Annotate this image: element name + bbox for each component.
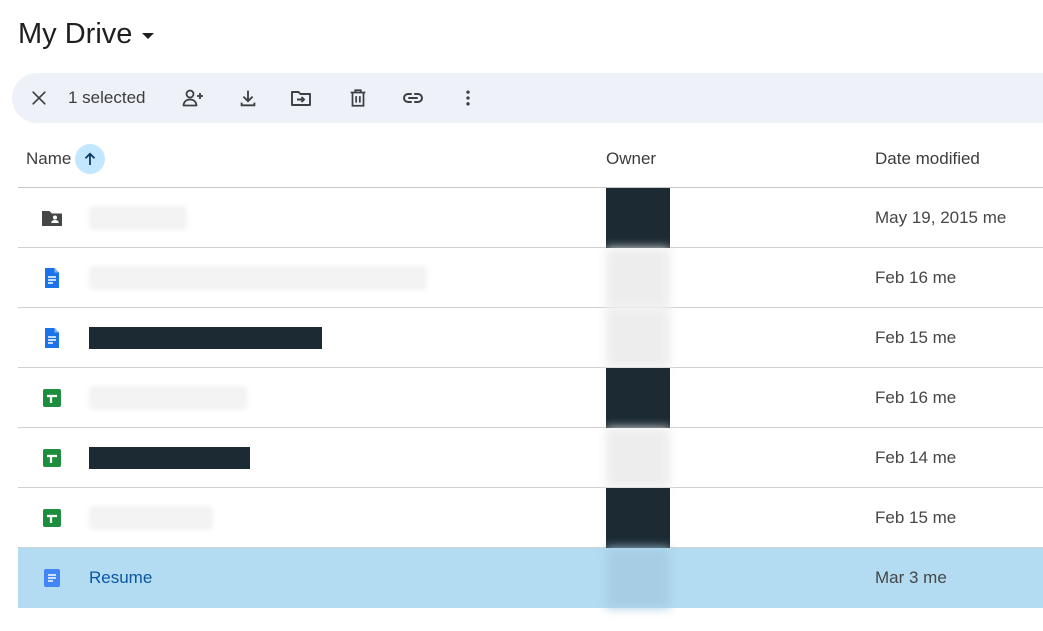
more-actions-button[interactable] [450, 73, 486, 123]
sheets-icon [40, 446, 64, 470]
my-drive-dropdown[interactable]: My Drive [18, 14, 155, 54]
download-button[interactable] [230, 73, 266, 123]
move-icon [291, 91, 311, 106]
file-list: May 19, 2015 me Feb 16 me Feb 15 me Feb … [18, 188, 1043, 608]
redacted-owner [606, 248, 670, 308]
docs-icon [40, 326, 64, 350]
sort-direction-button[interactable] [75, 143, 106, 174]
redacted-owner [606, 188, 670, 248]
link-icon [403, 93, 423, 103]
close-icon [32, 91, 46, 105]
clear-selection-button[interactable] [21, 73, 57, 123]
file-row[interactable]: Feb 14 me [18, 428, 1043, 488]
selected-count: 1 selected [68, 88, 146, 107]
date-modified: May 19, 2015 me [875, 207, 1007, 227]
redacted-owner [606, 308, 670, 368]
redacted-file-name [89, 266, 427, 290]
delete-button[interactable] [340, 73, 376, 123]
arrow-up-icon [85, 151, 96, 165]
date-modified: Feb 14 me [875, 447, 957, 467]
trash-icon [350, 89, 366, 107]
redacted-owner [606, 428, 670, 488]
page-title: My Drive [18, 17, 133, 50]
date-modified: Mar 3 me [875, 567, 947, 587]
file-row[interactable]: Feb 16 me [18, 248, 1043, 308]
redacted-owner [606, 488, 670, 548]
file-name: Resume [89, 567, 153, 587]
owner-column-header[interactable]: Owner [606, 130, 656, 187]
selection-toolbar: 1 selected [12, 73, 1043, 123]
move-button[interactable] [283, 73, 319, 123]
name-column-header[interactable]: Name [26, 130, 106, 187]
sheets-icon [40, 506, 64, 530]
redacted-file-name [89, 206, 187, 230]
redacted-owner [606, 368, 670, 428]
docs-icon [40, 566, 64, 590]
file-list-header: Name Owner Date modified [18, 130, 1043, 188]
redacted-file-name [89, 447, 250, 469]
date-modified: Feb 15 me [875, 327, 957, 347]
redacted-owner [606, 548, 670, 608]
name-column-label: Name [26, 148, 72, 168]
file-row[interactable]: May 19, 2015 me [18, 188, 1043, 248]
docs-icon [40, 266, 64, 290]
redacted-file-name [89, 506, 213, 530]
more-vert-icon [466, 90, 470, 106]
redacted-file-name [89, 327, 322, 349]
date-modified-column-header[interactable]: Date modified [875, 130, 980, 187]
file-row[interactable]: Feb 15 me [18, 488, 1043, 548]
copy-link-button[interactable] [395, 73, 431, 123]
caret-down-icon [142, 32, 155, 39]
date-modified: Feb 15 me [875, 507, 957, 527]
file-row-selected[interactable]: Resume Mar 3 me [18, 548, 1043, 608]
file-row[interactable]: Feb 15 me [18, 308, 1043, 368]
file-row[interactable]: Feb 16 me [18, 368, 1043, 428]
redacted-file-name [89, 386, 247, 410]
date-modified: Feb 16 me [875, 267, 957, 287]
date-modified: Feb 16 me [875, 387, 957, 407]
shared-folder-icon [40, 206, 64, 230]
download-icon [240, 90, 256, 107]
sheets-icon [40, 386, 64, 410]
share-icon [182, 89, 203, 107]
share-button[interactable] [175, 73, 211, 123]
